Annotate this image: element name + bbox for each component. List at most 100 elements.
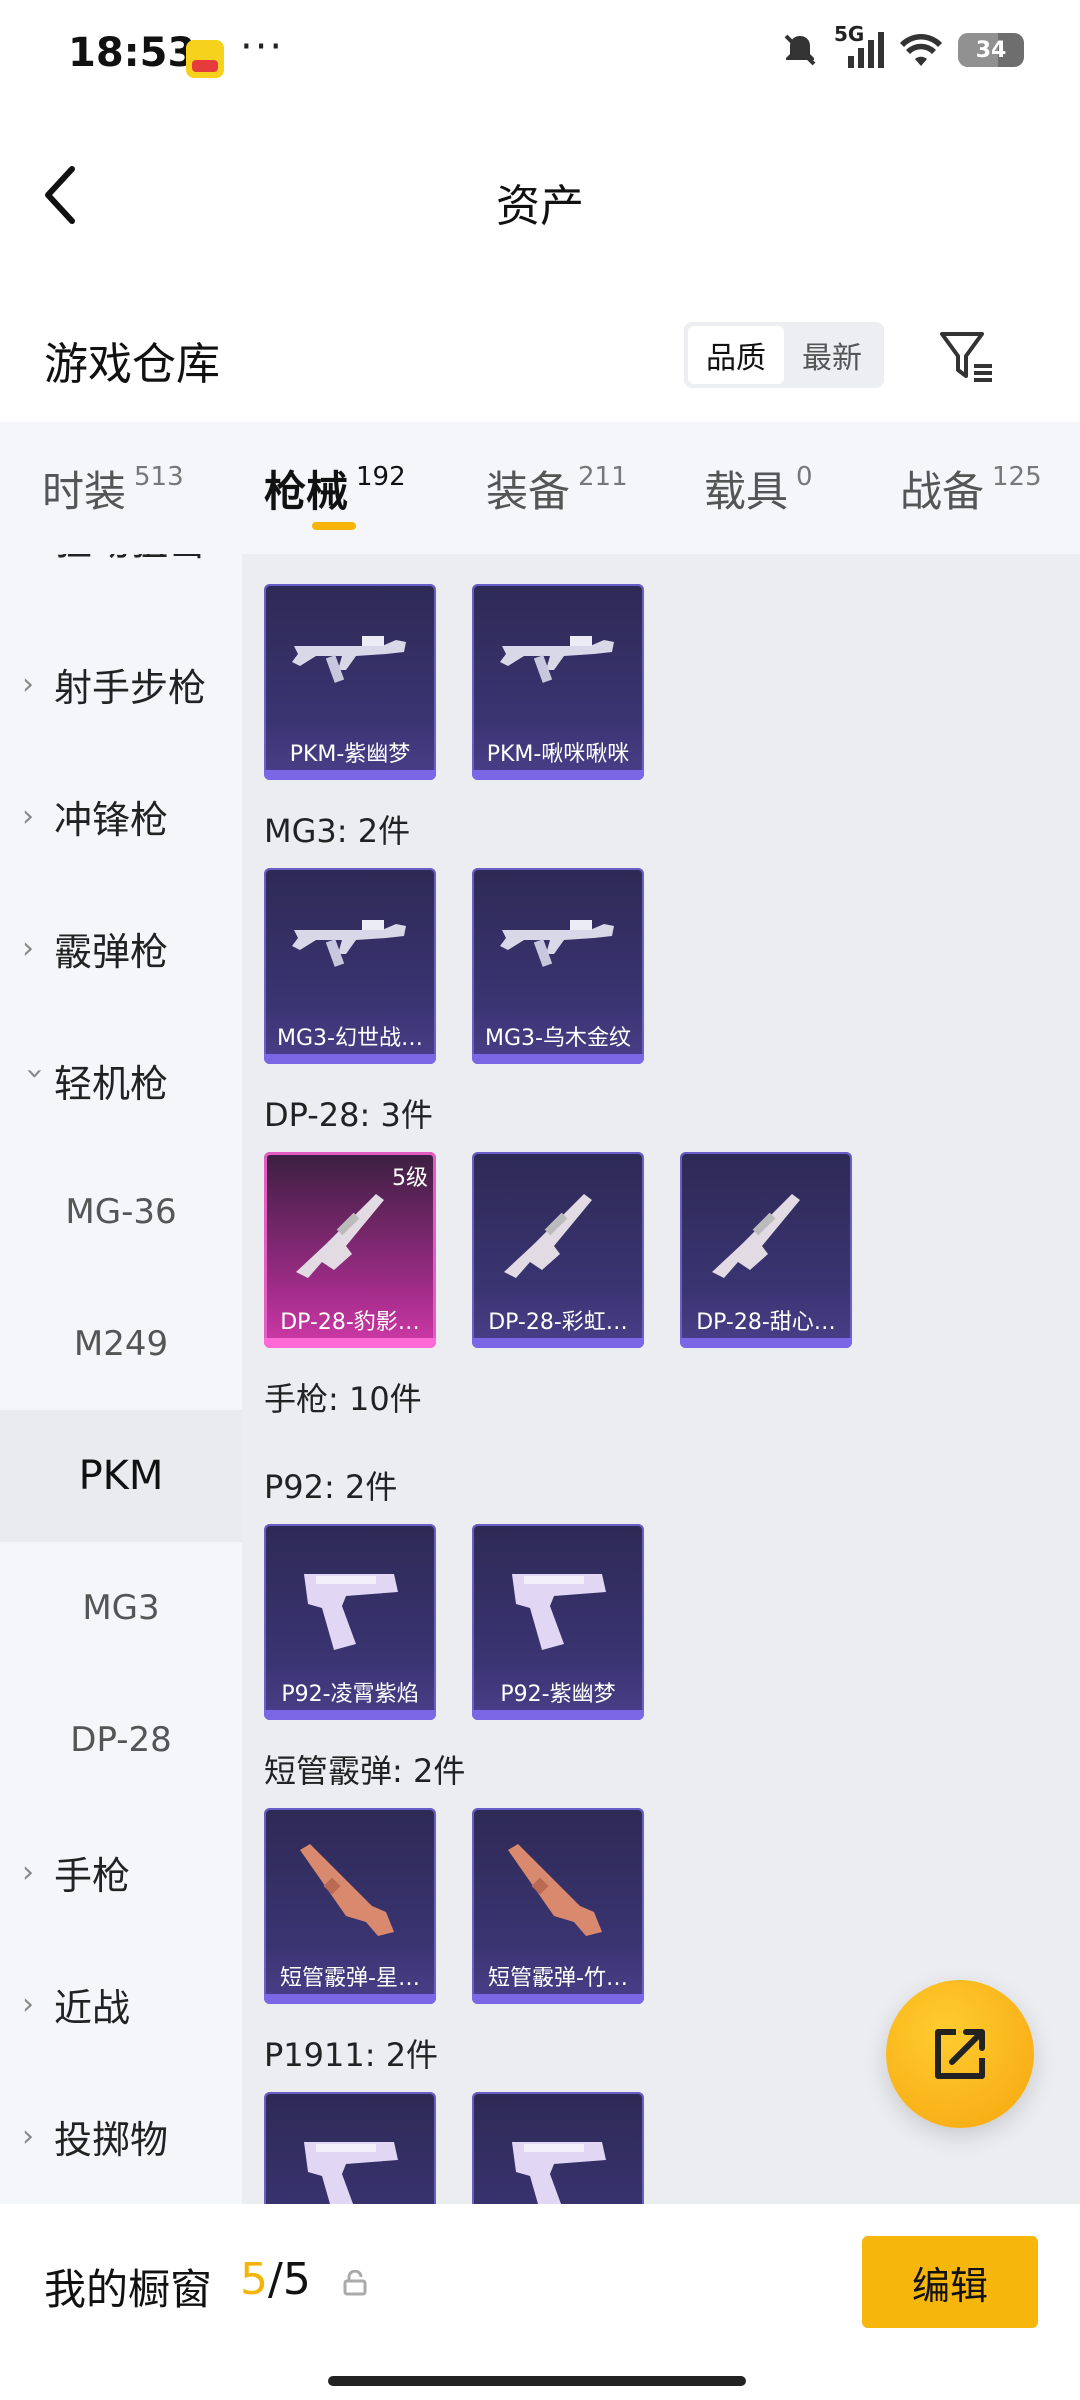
tab-fashion[interactable]: 时装 513	[42, 458, 184, 519]
sidebar: › 狂动狙击 › 射手步枪 › 冲锋枪 › 霰弹枪 › 轻机枪 MG-36 M2…	[0, 554, 242, 2204]
item-name: MG3-幻世战…	[277, 1026, 423, 1051]
sidebar-item-marksman-rifle[interactable]: › 射手步枪	[0, 618, 242, 750]
item-name: 短管霰弹-星…	[280, 1966, 420, 1991]
group-title: MG3: 2件	[264, 812, 411, 850]
tab-label: 时装	[42, 467, 127, 516]
item-card[interactable]: MG3-乌木金纹	[472, 868, 644, 1064]
sort-quality-button[interactable]: 品质	[688, 326, 784, 384]
clock: 18:53	[68, 30, 196, 76]
warehouse-header: 游戏仓库 品质 最新	[0, 300, 1080, 418]
sidebar-item-label: 手枪	[54, 1853, 131, 1898]
sidebar-item-label: 投掷物	[54, 2117, 169, 2162]
item-card[interactable]: PKM-啾咪啾咪	[472, 584, 644, 780]
mg-icon	[292, 636, 406, 683]
item-name: P92-凌霄紫焰	[281, 1682, 419, 1707]
lock-icon	[343, 2270, 367, 2296]
chevron-down-icon: ›	[17, 1067, 53, 1079]
header: 资产	[0, 112, 1080, 280]
edit-button[interactable]: 编辑	[862, 2236, 1038, 2328]
more-notifications-icon: ···	[240, 24, 285, 70]
rarity-bar	[264, 1054, 436, 1064]
item-name: P92-紫幽梦	[500, 1682, 616, 1707]
tab-equipment[interactable]: 装备 211	[486, 458, 628, 519]
filter-button[interactable]	[936, 326, 996, 386]
sidebar-subitem-m249[interactable]: M249	[0, 1278, 242, 1410]
rarity-bar	[264, 770, 436, 780]
sidebar-subitem-pkm[interactable]: PKM	[0, 1410, 242, 1542]
rifle-icon	[712, 1194, 800, 1278]
mg-icon	[292, 920, 406, 967]
tab-label: 装备	[486, 467, 571, 516]
sidebar-item-smg[interactable]: › 冲锋枪	[0, 750, 242, 882]
item-name: DP-28-豹影…	[280, 1310, 420, 1335]
app-notification-icon	[186, 40, 224, 78]
item-level: 5级	[392, 1166, 428, 1191]
rarity-bar	[264, 1994, 436, 2004]
item-card[interactable]: P92-紫幽梦	[472, 1524, 644, 1720]
item-name: PKM-啾咪啾咪	[486, 742, 630, 767]
sidebar-item-label: 霰弹枪	[54, 929, 169, 974]
group-title: P1911: 2件	[264, 2036, 439, 2074]
battery-level: 34	[975, 37, 1007, 63]
rarity-bar	[472, 770, 644, 780]
item-card[interactable]: 短管霰弹-星…	[264, 1808, 436, 2004]
item-card[interactable]	[472, 2092, 644, 2204]
sidebar-item-partial[interactable]: › 狂动狙击	[0, 554, 242, 604]
rarity-bar	[472, 1710, 644, 1720]
item-card[interactable]: DP-28-甜心…	[680, 1152, 852, 1348]
chevron-right-icon: ›	[22, 2118, 34, 2154]
item-card[interactable]: PKM-紫幽梦	[264, 584, 436, 780]
pistol-icon	[304, 2142, 398, 2204]
rarity-bar	[472, 1054, 644, 1064]
tab-vehicles[interactable]: 载具 0	[704, 458, 813, 519]
battery-icon: 34	[958, 33, 1024, 67]
status-icons: 5G 34	[780, 22, 1024, 70]
item-card[interactable]	[264, 2092, 436, 2204]
sidebar-item-throwable[interactable]: › 投掷物	[0, 2070, 242, 2202]
group-title: P92: 2件	[264, 1468, 398, 1506]
sidebar-item-lmg[interactable]: › 轻机枪	[0, 1014, 242, 1146]
showcase-count: 5/5	[240, 2254, 311, 2305]
chevron-right-icon: ›	[22, 1986, 34, 2022]
item-card[interactable]: 短管霰弹-竹…	[472, 1808, 644, 2004]
item-name: MG3-乌木金纹	[485, 1026, 631, 1051]
sidebar-item-shotgun[interactable]: › 霰弹枪	[0, 882, 242, 1014]
sidebar-subitem-mg36[interactable]: MG-36	[0, 1146, 242, 1278]
item-name: DP-28-彩虹…	[488, 1310, 628, 1335]
item-grid: PKM-紫幽梦 PKM-啾咪啾咪 MG3: 2件 MG3-幻世战… MG3-乌木金纹 DP…	[242, 554, 1080, 2204]
sidebar-item-melee[interactable]: › 近战	[0, 1938, 242, 2070]
item-card[interactable]: MG3-幻世战…	[264, 868, 436, 1064]
rarity-bar	[680, 1338, 852, 1348]
sidebar-item-pistol[interactable]: › 手枪	[0, 1806, 242, 1938]
tab-firearms[interactable]: 枪械 192	[264, 458, 406, 519]
sidebar-item-label: 近战	[54, 1985, 131, 2030]
showcase-bar: 我的橱窗 5/5 编辑	[0, 2204, 1080, 2400]
chevron-right-icon: ›	[22, 1854, 34, 1890]
sidebar-subitem-dp28[interactable]: DP-28	[0, 1674, 242, 1806]
group-title: DP-28: 3件	[264, 1096, 433, 1134]
signal-icon: 5G	[834, 22, 884, 70]
home-indicator	[328, 2376, 746, 2386]
showcase-total: 5	[282, 2254, 311, 2305]
item-card[interactable]: 5级 DP-28-豹影…	[264, 1152, 436, 1348]
rarity-bar	[264, 1338, 436, 1348]
tab-label: 枪械	[264, 467, 349, 516]
sidebar-subitem-mg3[interactable]: MG3	[0, 1542, 242, 1674]
share-button[interactable]	[886, 1980, 1034, 2128]
rifle-icon	[504, 1194, 592, 1278]
item-card[interactable]: DP-28-彩虹…	[472, 1152, 644, 1348]
sidebar-item-label: 轻机枪	[54, 1061, 169, 1106]
rarity-bar	[264, 1710, 436, 1720]
mg-icon	[500, 636, 614, 683]
chevron-right-icon: ›	[22, 554, 48, 556]
item-card[interactable]: P92-凌霄紫焰	[264, 1524, 436, 1720]
item-name: 短管霰弹-竹…	[488, 1966, 628, 1991]
chevron-right-icon: ›	[22, 798, 34, 834]
filter-icon	[940, 332, 992, 382]
sort-toggle: 品质 最新	[684, 322, 884, 388]
tab-count: 211	[578, 462, 628, 492]
pistol-icon	[512, 1574, 606, 1650]
sort-newest-button[interactable]: 最新	[784, 326, 880, 384]
tab-supplies[interactable]: 战备 125	[900, 458, 1042, 519]
tab-count: 125	[992, 462, 1042, 492]
